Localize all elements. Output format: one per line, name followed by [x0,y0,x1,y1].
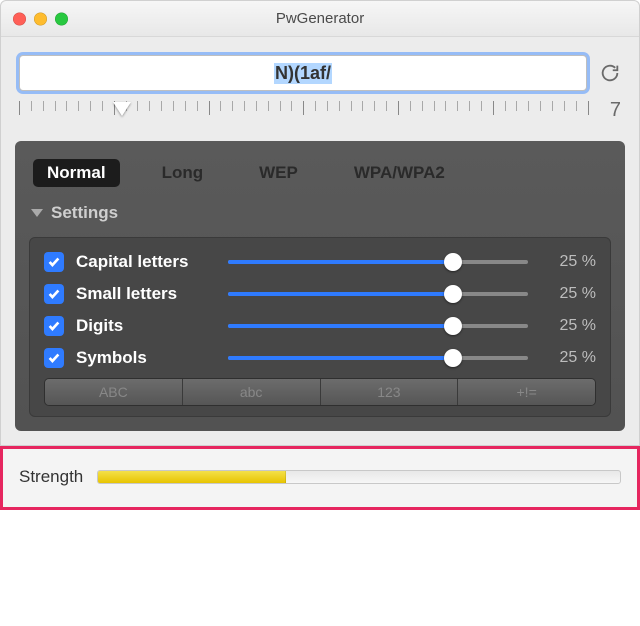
settings-label: Settings [51,203,118,223]
percent-value: 25 % [540,317,596,335]
option-label: Symbols [76,348,216,368]
length-row: 7 [1,97,639,141]
titlebar: PwGenerator [1,1,639,37]
slider-capital-letters[interactable] [228,252,528,272]
tab-wpa[interactable]: WPA/WPA2 [340,159,459,187]
app-window: PwGenerator N)(1af/ 7 Normal Long WEP WP… [0,0,640,446]
mode-tabs: Normal Long WEP WPA/WPA2 [33,159,607,187]
close-icon[interactable] [13,12,26,25]
tab-long[interactable]: Long [148,159,218,187]
check-icon [47,319,61,333]
percent-value: 25 % [540,285,596,303]
zoom-icon[interactable] [55,12,68,25]
length-value: 7 [603,99,621,122]
check-icon [47,351,61,365]
segment-digits[interactable]: 123 [321,379,459,405]
check-icon [47,287,61,301]
slider-thumb[interactable] [444,285,462,303]
percent-value: 25 % [540,253,596,271]
segment-symbols[interactable]: +!= [458,379,595,405]
char-preview-segments: ABC abc 123 +!= [44,378,596,406]
length-slider[interactable] [19,97,589,123]
strength-meter [97,470,621,484]
slider-symbols[interactable] [228,348,528,368]
length-ticks [19,101,589,115]
checkbox-digits[interactable] [44,316,64,336]
regenerate-button[interactable] [599,62,621,84]
length-thumb[interactable] [113,102,131,116]
password-output[interactable]: N)(1af/ [19,55,587,91]
checkbox-small-letters[interactable] [44,284,64,304]
refresh-icon [599,62,621,84]
percent-value: 25 % [540,349,596,367]
password-row: N)(1af/ [1,37,639,97]
option-symbols: Symbols 25 % [44,348,596,368]
password-value: N)(1af/ [274,63,332,84]
disclosure-triangle-icon [31,209,43,217]
option-label: Capital letters [76,252,216,272]
check-icon [47,255,61,269]
segment-uppercase[interactable]: ABC [45,379,183,405]
strength-row: Strength [0,446,640,510]
options-group: Capital letters 25 % Small letters 25 % [29,237,611,417]
checkbox-symbols[interactable] [44,348,64,368]
option-capital-letters: Capital letters 25 % [44,252,596,272]
option-digits: Digits 25 % [44,316,596,336]
settings-panel: Normal Long WEP WPA/WPA2 Settings Capita… [15,141,625,431]
segment-lowercase[interactable]: abc [183,379,321,405]
minimize-icon[interactable] [34,12,47,25]
strength-label: Strength [19,467,83,487]
slider-thumb[interactable] [444,253,462,271]
window-title: PwGenerator [1,10,639,27]
option-small-letters: Small letters 25 % [44,284,596,304]
option-label: Digits [76,316,216,336]
checkbox-capital-letters[interactable] [44,252,64,272]
settings-disclosure[interactable]: Settings [31,203,609,223]
tab-wep[interactable]: WEP [245,159,312,187]
tab-normal[interactable]: Normal [33,159,120,187]
window-controls [13,12,68,25]
slider-thumb[interactable] [444,317,462,335]
slider-small-letters[interactable] [228,284,528,304]
strength-fill [98,471,286,483]
option-label: Small letters [76,284,216,304]
slider-thumb[interactable] [444,349,462,367]
slider-digits[interactable] [228,316,528,336]
